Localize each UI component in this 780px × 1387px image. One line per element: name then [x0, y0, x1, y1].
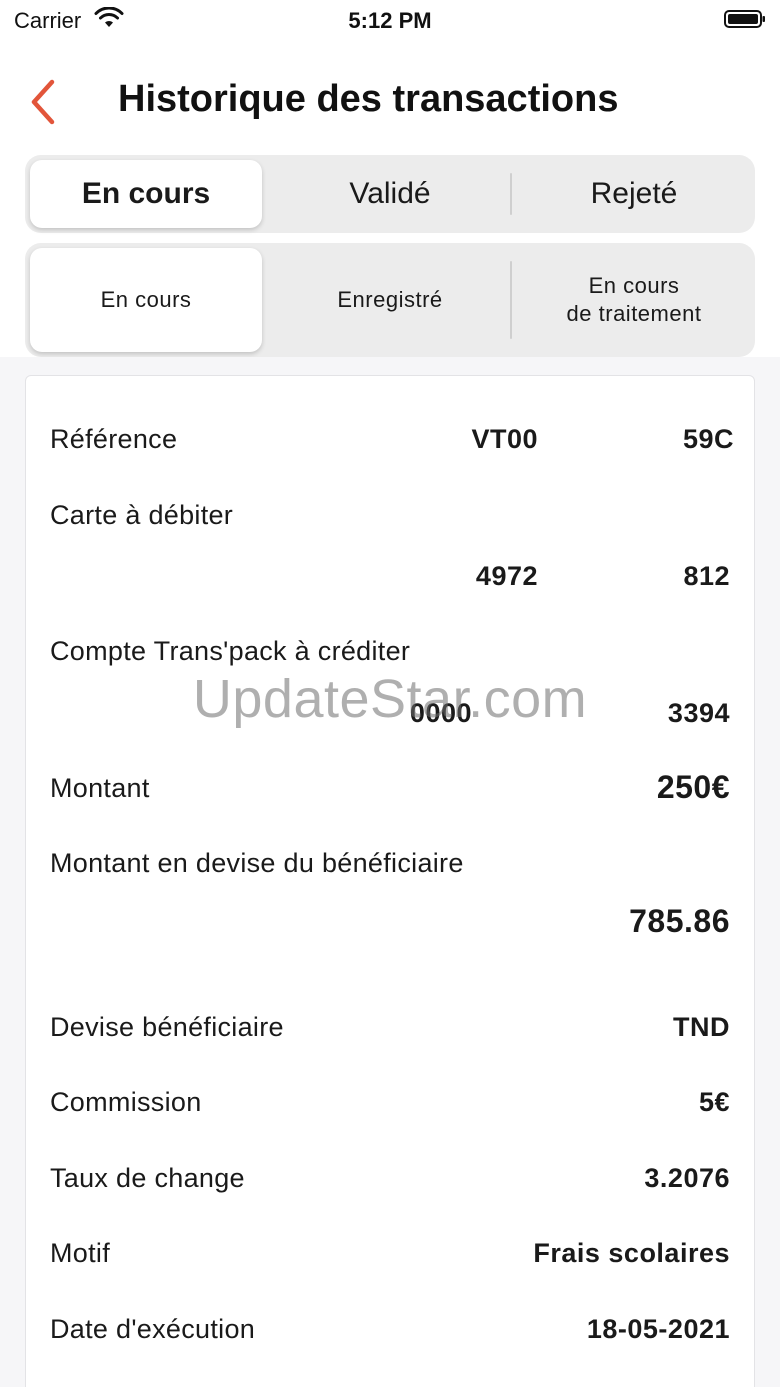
account-credit-label: Compte Trans'pack à créditer [50, 636, 411, 666]
beneficiary-amount-label: Montant en devise du bénéficiaire [50, 848, 464, 878]
exchange-rate-value: 3.2076 [644, 1163, 730, 1193]
account-number-end: 3394 [667, 698, 730, 728]
tab-en-cours[interactable]: En cours [30, 160, 262, 228]
amount-value: 250€ [656, 769, 730, 805]
amount-label: Montant [50, 773, 150, 803]
execution-date-value: 18-05-2021 [586, 1314, 730, 1344]
subtab-en-cours[interactable]: En cours [30, 248, 262, 352]
beneficiary-currency-value: TND [673, 1012, 730, 1042]
account-number-start: 0000 [409, 698, 472, 728]
beneficiary-amount-value: 785.86 [629, 903, 730, 939]
clock: 5:12 PM [348, 8, 432, 33]
substatus-segmented-control: En cours Enregistré En cours de traiteme… [25, 243, 755, 357]
page-title: Historique des transactions [118, 78, 619, 120]
segment-divider [510, 173, 512, 215]
subtab-label: En cours de traitement [566, 273, 702, 326]
subtab-enregistre[interactable]: Enregistré [274, 248, 506, 352]
reason-value: Frais scolaires [533, 1238, 730, 1268]
segment-divider [510, 261, 512, 339]
status-segmented-control: En cours Validé Rejeté [25, 155, 755, 233]
tab-rejete[interactable]: Rejeté [518, 160, 750, 228]
exchange-rate-label: Taux de change [50, 1163, 245, 1193]
back-button[interactable] [22, 76, 66, 128]
subtab-en-cours-de-traitement[interactable]: En cours de traitement [518, 248, 750, 352]
card-number-end: 812 [683, 561, 730, 591]
execution-date-label: Date d'exécution [50, 1314, 256, 1344]
subtab-label: Enregistré [337, 287, 443, 312]
status-bar: Carrier 5:12 PM [0, 0, 780, 40]
beneficiary-currency-label: Devise bénéficiaire [50, 1012, 284, 1042]
commission-label: Commission [50, 1087, 202, 1117]
commission-value: 5€ [698, 1087, 730, 1117]
navigation-header: Historique des transactions [0, 60, 780, 140]
reference-value-start: VT00 [471, 424, 538, 454]
card-debit-label: Carte à débiter [50, 500, 234, 530]
reference-value-end: 59C [682, 424, 734, 454]
reason-label: Motif [50, 1238, 111, 1268]
card-number-start: 4972 [475, 561, 538, 591]
battery-icon [724, 10, 765, 28]
reference-label: Référence [50, 424, 178, 454]
tab-valide[interactable]: Validé [274, 160, 506, 228]
subtab-label: En cours [100, 287, 192, 312]
